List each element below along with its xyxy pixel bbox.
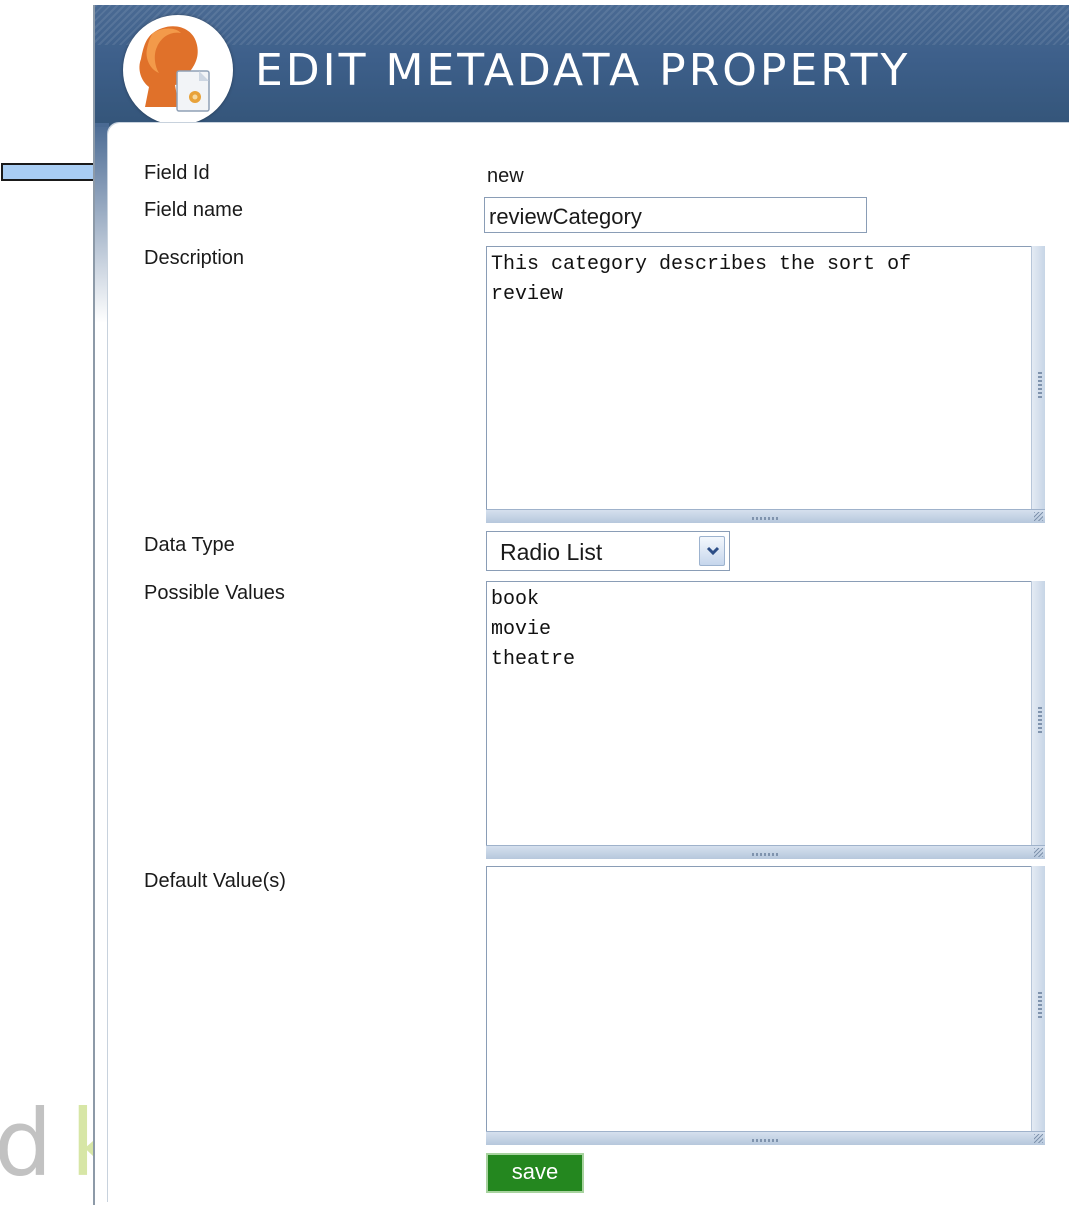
sidebar-accent (95, 123, 109, 323)
description-resize-handle-bottom[interactable] (486, 509, 1045, 523)
default-values-resize-handle-bottom[interactable] (486, 1131, 1045, 1145)
possible-values-resize-handle-right[interactable] (1031, 581, 1045, 846)
data-type-select[interactable]: Radio List (486, 531, 730, 571)
watermark-text: d (0, 1090, 53, 1197)
save-button[interactable]: save (486, 1153, 584, 1193)
header-bar: EDIT METADATA PROPERTY (95, 5, 1069, 127)
field-name-input[interactable] (484, 197, 867, 233)
header-pattern (95, 5, 1069, 45)
grip-horizontal-icon (752, 1139, 780, 1142)
description-textarea[interactable]: This category describes the sort of revi… (486, 246, 1032, 511)
default-values-textarea-wrap (486, 866, 1045, 1145)
grip-vertical-icon (1038, 992, 1042, 1018)
possible-values-resize-handle-bottom[interactable] (486, 845, 1045, 859)
field-name-label: Field name (144, 199, 243, 221)
grip-vertical-icon (1038, 707, 1042, 733)
chevron-down-icon (706, 546, 720, 556)
user-document-logo-icon (123, 15, 233, 125)
possible-values-label: Possible Values (144, 582, 285, 604)
page-title: EDIT METADATA PROPERTY (255, 45, 911, 96)
description-textarea-wrap: This category describes the sort of revi… (486, 246, 1045, 523)
grip-vertical-icon (1038, 372, 1042, 398)
possible-values-textarea-wrap: book movie theatre (486, 581, 1045, 859)
data-type-label: Data Type (144, 534, 235, 556)
resize-corner-icon (1034, 1134, 1043, 1143)
default-values-label: Default Value(s) (144, 870, 286, 892)
default-values-resize-handle-right[interactable] (1031, 866, 1045, 1132)
resize-corner-icon (1034, 848, 1043, 857)
resize-corner-icon (1034, 512, 1043, 521)
grip-horizontal-icon (752, 853, 780, 856)
field-id-value: new (487, 165, 524, 187)
field-id-label: Field Id (144, 162, 210, 184)
grip-horizontal-icon (752, 517, 780, 520)
default-values-textarea[interactable] (486, 866, 1032, 1133)
description-label: Description (144, 247, 245, 269)
dropdown-button[interactable] (699, 536, 725, 566)
possible-values-textarea[interactable]: book movie theatre (486, 581, 1032, 847)
description-resize-handle-right[interactable] (1031, 246, 1045, 510)
data-type-selected-value: Radio List (500, 539, 603, 565)
